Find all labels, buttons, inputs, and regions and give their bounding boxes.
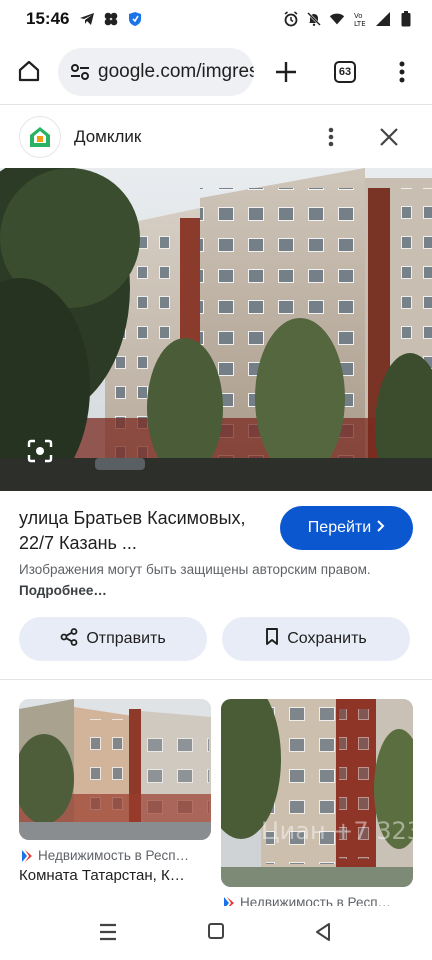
- share-label: Отправить: [86, 630, 166, 647]
- url-text: google.com/imgres: [98, 61, 254, 82]
- related-card[interactable]: Циан +7 323814058 Недвижимость в Респ…: [221, 699, 413, 910]
- save-label: Сохранить: [287, 630, 367, 647]
- related-image[interactable]: [19, 699, 211, 840]
- learn-more-link[interactable]: Подробнее…: [19, 583, 107, 598]
- mute-icon: [306, 11, 322, 27]
- flower-icon: [103, 11, 119, 27]
- cian-favicon-icon: [19, 849, 33, 863]
- divider: [0, 679, 432, 680]
- back-icon[interactable]: [314, 922, 332, 942]
- close-icon[interactable]: [374, 122, 404, 152]
- home-nav-icon[interactable]: [208, 923, 224, 939]
- svg-text:LTE: LTE: [354, 20, 366, 27]
- related-title[interactable]: Комната Татарстан, К…: [19, 867, 211, 884]
- home-icon[interactable]: [14, 56, 44, 86]
- related-source-text: Недвижимость в Респ…: [38, 848, 190, 863]
- status-time: 15:46: [26, 9, 70, 28]
- status-bar: 15:46 Vo LTE: [0, 0, 432, 38]
- related-card[interactable]: Недвижимость в Респ… Комната Татарстан, …: [19, 699, 211, 884]
- bookmark-icon: [265, 627, 279, 651]
- domclick-logo: [19, 116, 61, 158]
- related-watermark: Циан +7 323814058: [261, 817, 413, 845]
- lens-search-icon[interactable]: [26, 437, 54, 465]
- copyright-notice: Изображения могут быть защищены авторски…: [19, 559, 379, 601]
- result-title[interactable]: улица Братьев Касимовых, 22/7 Казань ...: [19, 506, 269, 556]
- divider: [0, 104, 432, 105]
- recents-icon[interactable]: [98, 923, 118, 941]
- share-icon: [60, 627, 78, 651]
- new-tab-icon[interactable]: [270, 56, 302, 88]
- site-name[interactable]: Домклик: [74, 127, 141, 147]
- copyright-text: Изображения могут быть защищены авторски…: [19, 562, 371, 577]
- wifi-icon: [329, 11, 345, 27]
- url-bar[interactable]: google.com/imgres: [58, 48, 254, 96]
- system-nav-bar: [0, 906, 432, 960]
- more-menu-icon[interactable]: [390, 56, 414, 88]
- related-source: Недвижимость в Респ…: [19, 848, 211, 863]
- related-image[interactable]: Циан +7 323814058: [221, 699, 413, 887]
- telegram-icon: [79, 11, 95, 27]
- save-button[interactable]: Сохранить: [222, 617, 410, 661]
- svg-text:Vo: Vo: [354, 12, 363, 20]
- site-settings-icon[interactable]: [68, 60, 92, 84]
- site-header: Домклик: [0, 112, 432, 162]
- visit-button[interactable]: Перейти: [280, 506, 413, 550]
- visit-button-label: Перейти: [307, 519, 372, 536]
- tab-switcher-button[interactable]: 63: [334, 61, 356, 83]
- alarm-icon: [283, 11, 299, 27]
- shield-icon: [127, 11, 143, 27]
- share-button[interactable]: Отправить: [19, 617, 207, 661]
- chevron-right-icon: [377, 519, 385, 537]
- signal-icon: [375, 11, 391, 27]
- volte-icon: Vo LTE: [352, 11, 368, 27]
- browser-toolbar: google.com/imgres 63: [0, 44, 432, 100]
- site-more-icon[interactable]: [318, 124, 344, 150]
- battery-icon: [398, 11, 414, 27]
- main-image[interactable]: [0, 168, 432, 491]
